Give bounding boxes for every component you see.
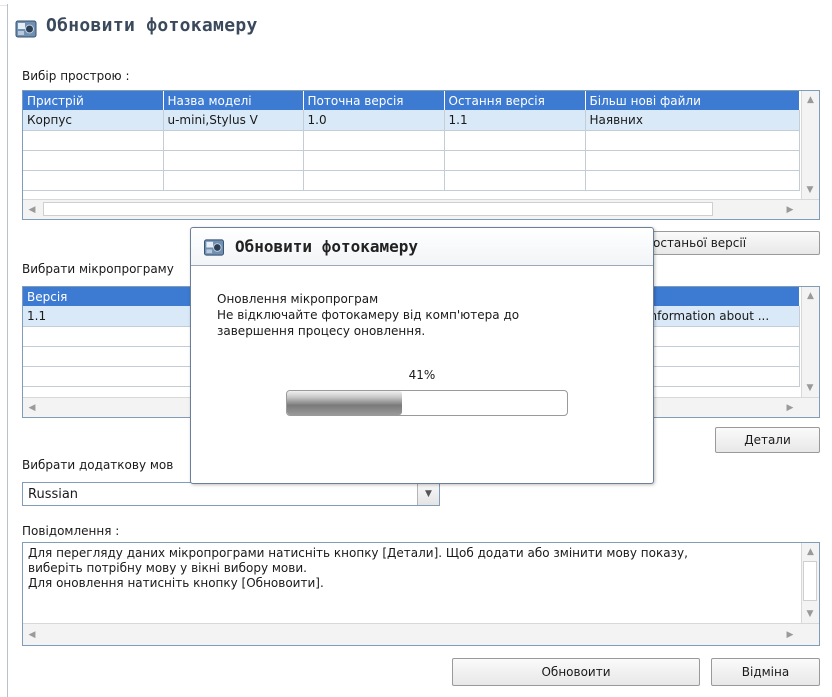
dialog-message-line: завершення процесу оновлення. xyxy=(217,324,426,338)
chevron-down-icon[interactable]: ▼ xyxy=(417,483,439,505)
camera-app-icon xyxy=(204,239,224,256)
table-cell: Корпус xyxy=(23,110,164,131)
progress-dialog: Обновити фотокамеру Оновлення мікропрогр… xyxy=(190,227,654,484)
scroll-left-icon[interactable]: ◀ xyxy=(25,203,39,217)
device-section-label: Вибір прострою : xyxy=(22,69,130,83)
column-header[interactable]: Остання версія xyxy=(444,91,586,110)
scroll-down-icon[interactable]: ▼ xyxy=(802,607,818,621)
language-select-value: Russian xyxy=(28,487,79,502)
dialog-title: Обновити фотокамеру xyxy=(235,237,419,256)
table-row[interactable]: Корпус u-mini,Stylus V 1.0 1.1 Наявних xyxy=(23,110,800,131)
messages-box: Для перегляду даних мікропрограми натисн… xyxy=(22,542,820,646)
window-title: Обновити фотокамеру xyxy=(46,15,258,36)
scroll-up-icon[interactable]: ▲ xyxy=(802,289,819,303)
table-row[interactable] xyxy=(23,170,800,191)
scroll-right-icon[interactable]: ▶ xyxy=(783,401,797,415)
scroll-up-icon[interactable]: ▲ xyxy=(802,545,819,559)
latest-version-button[interactable]: останьої версії xyxy=(640,231,820,255)
table-cell: 1.0 xyxy=(303,110,445,131)
vertical-scrollbar[interactable]: ▲ ▼ xyxy=(801,287,819,397)
column-header[interactable]: Поточна версія xyxy=(303,91,445,110)
table-cell: 1.1 xyxy=(444,110,586,131)
scroll-right-icon[interactable]: ▶ xyxy=(783,628,797,642)
progress-percent: 41% xyxy=(408,368,436,382)
scroll-down-icon[interactable]: ▼ xyxy=(802,381,818,395)
update-button[interactable]: Обновоити xyxy=(452,658,700,686)
column-header[interactable]: Пристрій xyxy=(23,91,164,110)
details-button[interactable]: Детали xyxy=(715,427,820,453)
language-section-label: Вибрати додаткову мов xyxy=(22,458,174,472)
vertical-scrollbar[interactable]: ▲ ▼ xyxy=(801,543,819,623)
device-table: Пристрій Назва моделі Поточна версія Ост… xyxy=(22,90,820,220)
scroll-left-icon[interactable]: ◀ xyxy=(25,628,39,642)
firmware-info-cell: e information about ... xyxy=(635,309,770,323)
progress-bar-fill xyxy=(287,391,402,415)
table-row[interactable] xyxy=(23,150,800,171)
firmware-version-cell: 1.1 xyxy=(27,308,47,323)
vertical-scrollbar[interactable]: ▲ ▼ xyxy=(801,91,819,199)
scroll-left-icon[interactable]: ◀ xyxy=(25,401,39,415)
message-line: Для оновлення натисніть кнопку [Обновоит… xyxy=(28,576,324,590)
dialog-message-line: Не відключайте фотокамеру від комп'ютера… xyxy=(217,308,520,322)
camera-app-icon xyxy=(15,20,37,38)
message-line: Для перегляду даних мікропрограми натисн… xyxy=(28,546,688,560)
dialog-message-line: Оновлення мікропрограм xyxy=(217,292,379,306)
cancel-button[interactable]: Відміна xyxy=(711,658,820,686)
table-row[interactable] xyxy=(23,130,800,151)
table-cell: u-mini,Stylus V xyxy=(163,110,304,131)
firmware-section-label: Вибрати мікропрограму xyxy=(22,262,174,276)
horizontal-scrollbar[interactable]: ◀ ▶ xyxy=(23,199,819,219)
column-header[interactable]: Більш нові файли xyxy=(585,91,800,110)
table-cell: Наявних xyxy=(585,110,800,131)
message-line: виберіть потрібну мову у вікні вибору мо… xyxy=(28,561,307,575)
scroll-thumb[interactable] xyxy=(43,202,713,216)
column-header[interactable]: Назва моделі xyxy=(163,91,304,110)
progress-bar xyxy=(286,390,568,416)
scroll-right-icon[interactable]: ▶ xyxy=(783,203,797,217)
scroll-up-icon[interactable]: ▲ xyxy=(802,93,819,107)
language-select[interactable]: Russian ▼ xyxy=(22,482,440,506)
scroll-down-icon[interactable]: ▼ xyxy=(802,183,818,197)
messages-label: Повідомлення : xyxy=(22,524,120,538)
horizontal-scrollbar[interactable]: ◀ ▶ xyxy=(23,623,819,645)
scroll-thumb[interactable] xyxy=(803,561,817,601)
device-table-header: Пристрій Назва моделі Поточна версія Ост… xyxy=(23,91,800,110)
